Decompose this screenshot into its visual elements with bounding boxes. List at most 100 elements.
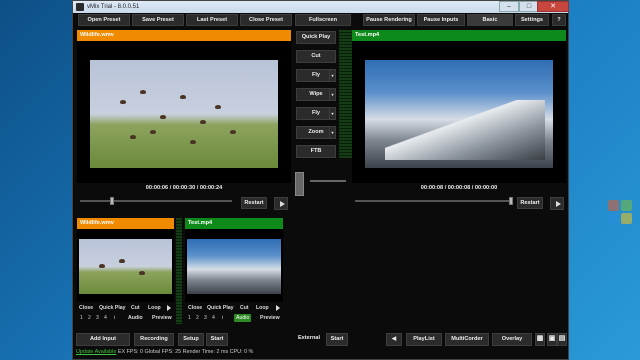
input1-frame [79,239,172,294]
overlay-button[interactable]: Overlay [492,333,532,346]
transition-dropdown-icon[interactable]: ▾ [329,89,335,100]
transition-button-1[interactable]: Cut [296,50,336,63]
transition-label: Quick Play [301,34,331,40]
input1-close-button[interactable]: Close [79,305,93,311]
maximize-button[interactable]: □ [519,1,539,12]
audio-meter-right [345,30,352,158]
preview-restart-button[interactable]: Restart [241,197,267,209]
input2-overlay-1[interactable]: 1 [188,315,191,321]
layout-grid-icon[interactable]: ▦ [535,333,545,346]
fullscreen-button[interactable]: Fullscreen [295,14,351,26]
input2-overlay-4[interactable]: 4 [212,315,215,321]
input2-cut-button[interactable]: Cut [240,305,249,311]
output-play-button[interactable] [550,197,564,210]
transition-dropdown-icon[interactable]: ▾ [329,108,335,119]
preview-seek-thumb[interactable] [110,197,115,205]
settings-button[interactable]: Settings [515,14,549,26]
t-bar-track[interactable] [310,180,346,182]
transition-button-6[interactable]: FTB [296,145,336,158]
speaker-icon[interactable]: ◀ [386,333,402,346]
transition-button-0[interactable]: Quick Play [296,31,336,44]
help-button[interactable]: ? [552,14,566,26]
recording-start-button[interactable]: Start [206,333,228,346]
preview-timecode: 00:00:06 / 00:00:30 / 00:00:24 [145,185,223,191]
pause-rendering-button[interactable]: Pause Rendering [363,14,415,26]
input1-audio-button[interactable]: Audio [128,315,143,321]
pause-inputs-button[interactable]: Pause Inputs [417,14,465,26]
transition-label: Fly [311,110,321,116]
output-seek-track[interactable] [355,200,513,202]
save-preset-button[interactable]: Save Preset [132,14,184,26]
input2-loop-button[interactable]: Loop [256,305,269,311]
input2-frame [187,239,281,294]
open-preset-button[interactable]: Open Preset [78,14,130,26]
input2-play-icon[interactable] [276,305,280,311]
transition-label: Zoom [308,129,324,135]
preview-video-frame [90,60,278,168]
add-input-button[interactable]: Add Input [76,333,130,346]
input1-overlay-3[interactable]: 3 [96,315,99,321]
external-label: External [297,335,321,341]
preview-play-button[interactable] [274,197,288,210]
close-preset-button[interactable]: Close Preset [240,14,292,26]
input1-quickplay-button[interactable]: Quick Play [99,305,126,311]
minimize-button[interactable]: – [499,1,519,12]
output-video[interactable] [352,41,566,183]
recording-button[interactable]: Recording [134,333,174,346]
input2-thumbnail[interactable] [185,229,283,302]
ex-fps: EX FPS: 0 [117,349,144,355]
output-video-frame [365,60,553,168]
input1-cut-button[interactable]: Cut [131,305,140,311]
recording-setup-button[interactable]: Setup [178,333,204,346]
input2-quickplay-button[interactable]: Quick Play [207,305,234,311]
vmix-app-icon [76,3,84,11]
input1-title: Wildlife.wmv [77,218,174,229]
input2-overlay-2[interactable]: 2 [196,315,199,321]
input2-title: Test.mp4 [185,218,283,229]
preview-seek-track[interactable] [80,200,232,202]
multicorder-button[interactable]: MultiCorder [445,333,489,346]
input1-thumbnail[interactable] [77,229,174,302]
preview-title: Wildlife.wmv [77,30,291,41]
close-window-button[interactable]: ✕ [537,1,569,12]
external-start-button[interactable]: Start [326,333,348,346]
layout-view-icon[interactable]: ▣ [547,333,557,346]
input2-close-button[interactable]: Close [188,305,202,311]
window-title: vMix Trial - 8.0.0.51 [87,4,140,10]
title-bar: vMix Trial - 8.0.0.51 [73,1,568,13]
transition-button-3[interactable]: Wipe ▾ [296,88,336,101]
transition-label: Wipe [309,91,323,97]
output-timecode: 00:00:08 / 00:00:08 / 00:00:00 [420,185,498,191]
input1-play-icon[interactable] [167,305,171,311]
transition-label: FTB [310,148,322,154]
transition-label: Cut [311,53,321,59]
last-preset-button[interactable]: Last Preset [186,14,238,26]
basic-button[interactable]: Basic [467,14,513,26]
input1-meter [176,218,182,324]
input1-overlay-2[interactable]: 2 [88,315,91,321]
input1-loop-button[interactable]: Loop [148,305,161,311]
transition-button-2[interactable]: Fly ▾ [296,69,336,82]
transition-button-5[interactable]: Zoom ▾ [296,126,336,139]
input2-overlay-3[interactable]: 3 [204,315,207,321]
input1-info[interactable]: i [114,315,115,321]
input2-audio-button[interactable]: Audio [234,314,252,322]
transition-label: Fly [311,72,321,78]
transition-dropdown-icon[interactable]: ▾ [329,127,335,138]
input2-info[interactable]: i [222,315,223,321]
transition-button-4[interactable]: Fly ▾ [296,107,336,120]
input1-overlay-4[interactable]: 4 [104,315,107,321]
playlist-button[interactable]: PlayList [406,333,442,346]
layout-list-icon[interactable]: ▤ [557,333,567,346]
windows-logo [608,200,634,226]
preview-video[interactable] [77,41,291,183]
cpu-usage: CPU: 0 % [229,349,254,355]
input1-preview-button[interactable]: Preview [152,315,172,321]
output-restart-button[interactable]: Restart [517,197,543,209]
input1-overlay-1[interactable]: 1 [80,315,83,321]
input2-preview-button[interactable]: Preview [260,315,280,321]
update-available-link[interactable]: Update Available [76,349,116,355]
transition-dropdown-icon[interactable]: ▾ [329,70,335,81]
t-bar-handle[interactable] [295,172,304,196]
output-seek-thumb[interactable] [509,197,513,205]
